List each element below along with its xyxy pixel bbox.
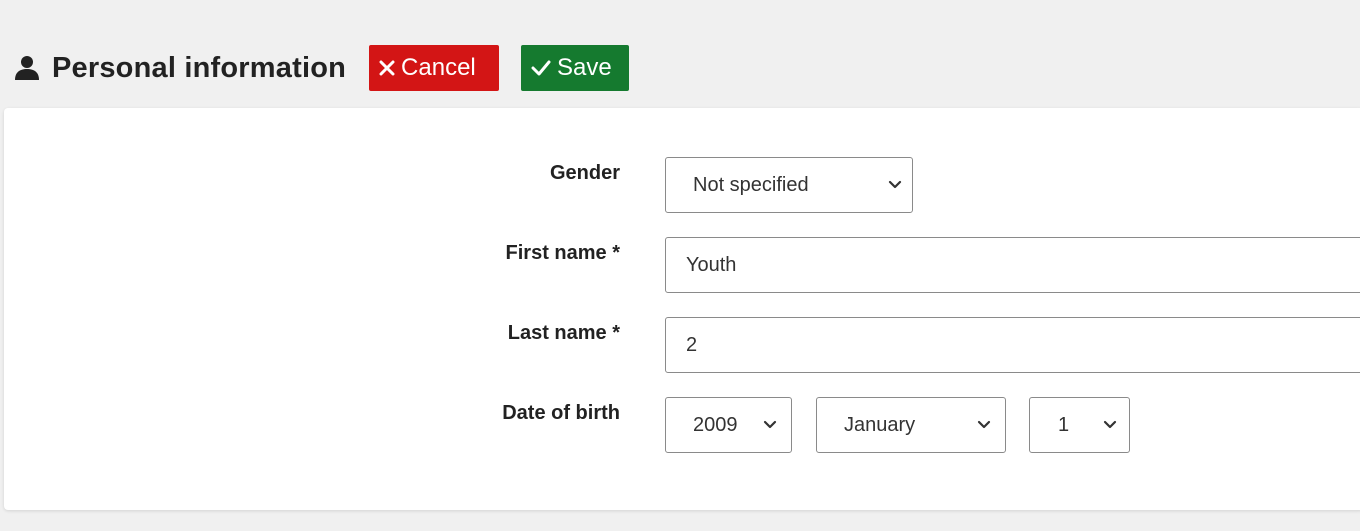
save-button-label: Save xyxy=(557,54,612,81)
birth-month-value: January xyxy=(844,413,916,436)
birth-year-select[interactable]: 2009 xyxy=(665,397,792,453)
save-button[interactable]: Save xyxy=(521,45,630,91)
cancel-button-label: Cancel xyxy=(401,54,476,81)
check-icon xyxy=(531,60,551,76)
gender-select-value: Not specified xyxy=(693,173,809,196)
page-header: Personal information Cancel Save xyxy=(12,45,630,91)
page-title: Personal information xyxy=(52,51,347,84)
person-icon xyxy=(12,53,42,83)
chevron-down-icon xyxy=(888,180,902,190)
chevron-down-icon xyxy=(1103,420,1117,430)
last-name-label: Last name * xyxy=(507,322,620,344)
first-name-field[interactable]: Youth xyxy=(665,237,1360,293)
last-name-field[interactable]: 2 xyxy=(665,317,1360,373)
first-name-label: First name * xyxy=(505,242,620,264)
last-name-value: 2 xyxy=(686,333,698,356)
close-icon xyxy=(379,60,395,76)
first-name-value: Youth xyxy=(686,253,737,276)
chevron-down-icon xyxy=(763,420,777,430)
birth-year-value: 2009 xyxy=(693,413,738,436)
personal-info-card: Gender Not specified First name * Youth … xyxy=(4,108,1360,510)
cancel-button[interactable]: Cancel xyxy=(369,45,500,91)
birth-day-value: 1 xyxy=(1058,413,1070,436)
date-of-birth-label: Date of birth xyxy=(502,402,620,424)
birth-month-select[interactable]: January xyxy=(816,397,1006,453)
gender-select[interactable]: Not specified xyxy=(665,157,913,213)
chevron-down-icon xyxy=(977,420,991,430)
gender-label: Gender xyxy=(549,162,620,184)
birth-day-select[interactable]: 1 xyxy=(1029,397,1130,453)
